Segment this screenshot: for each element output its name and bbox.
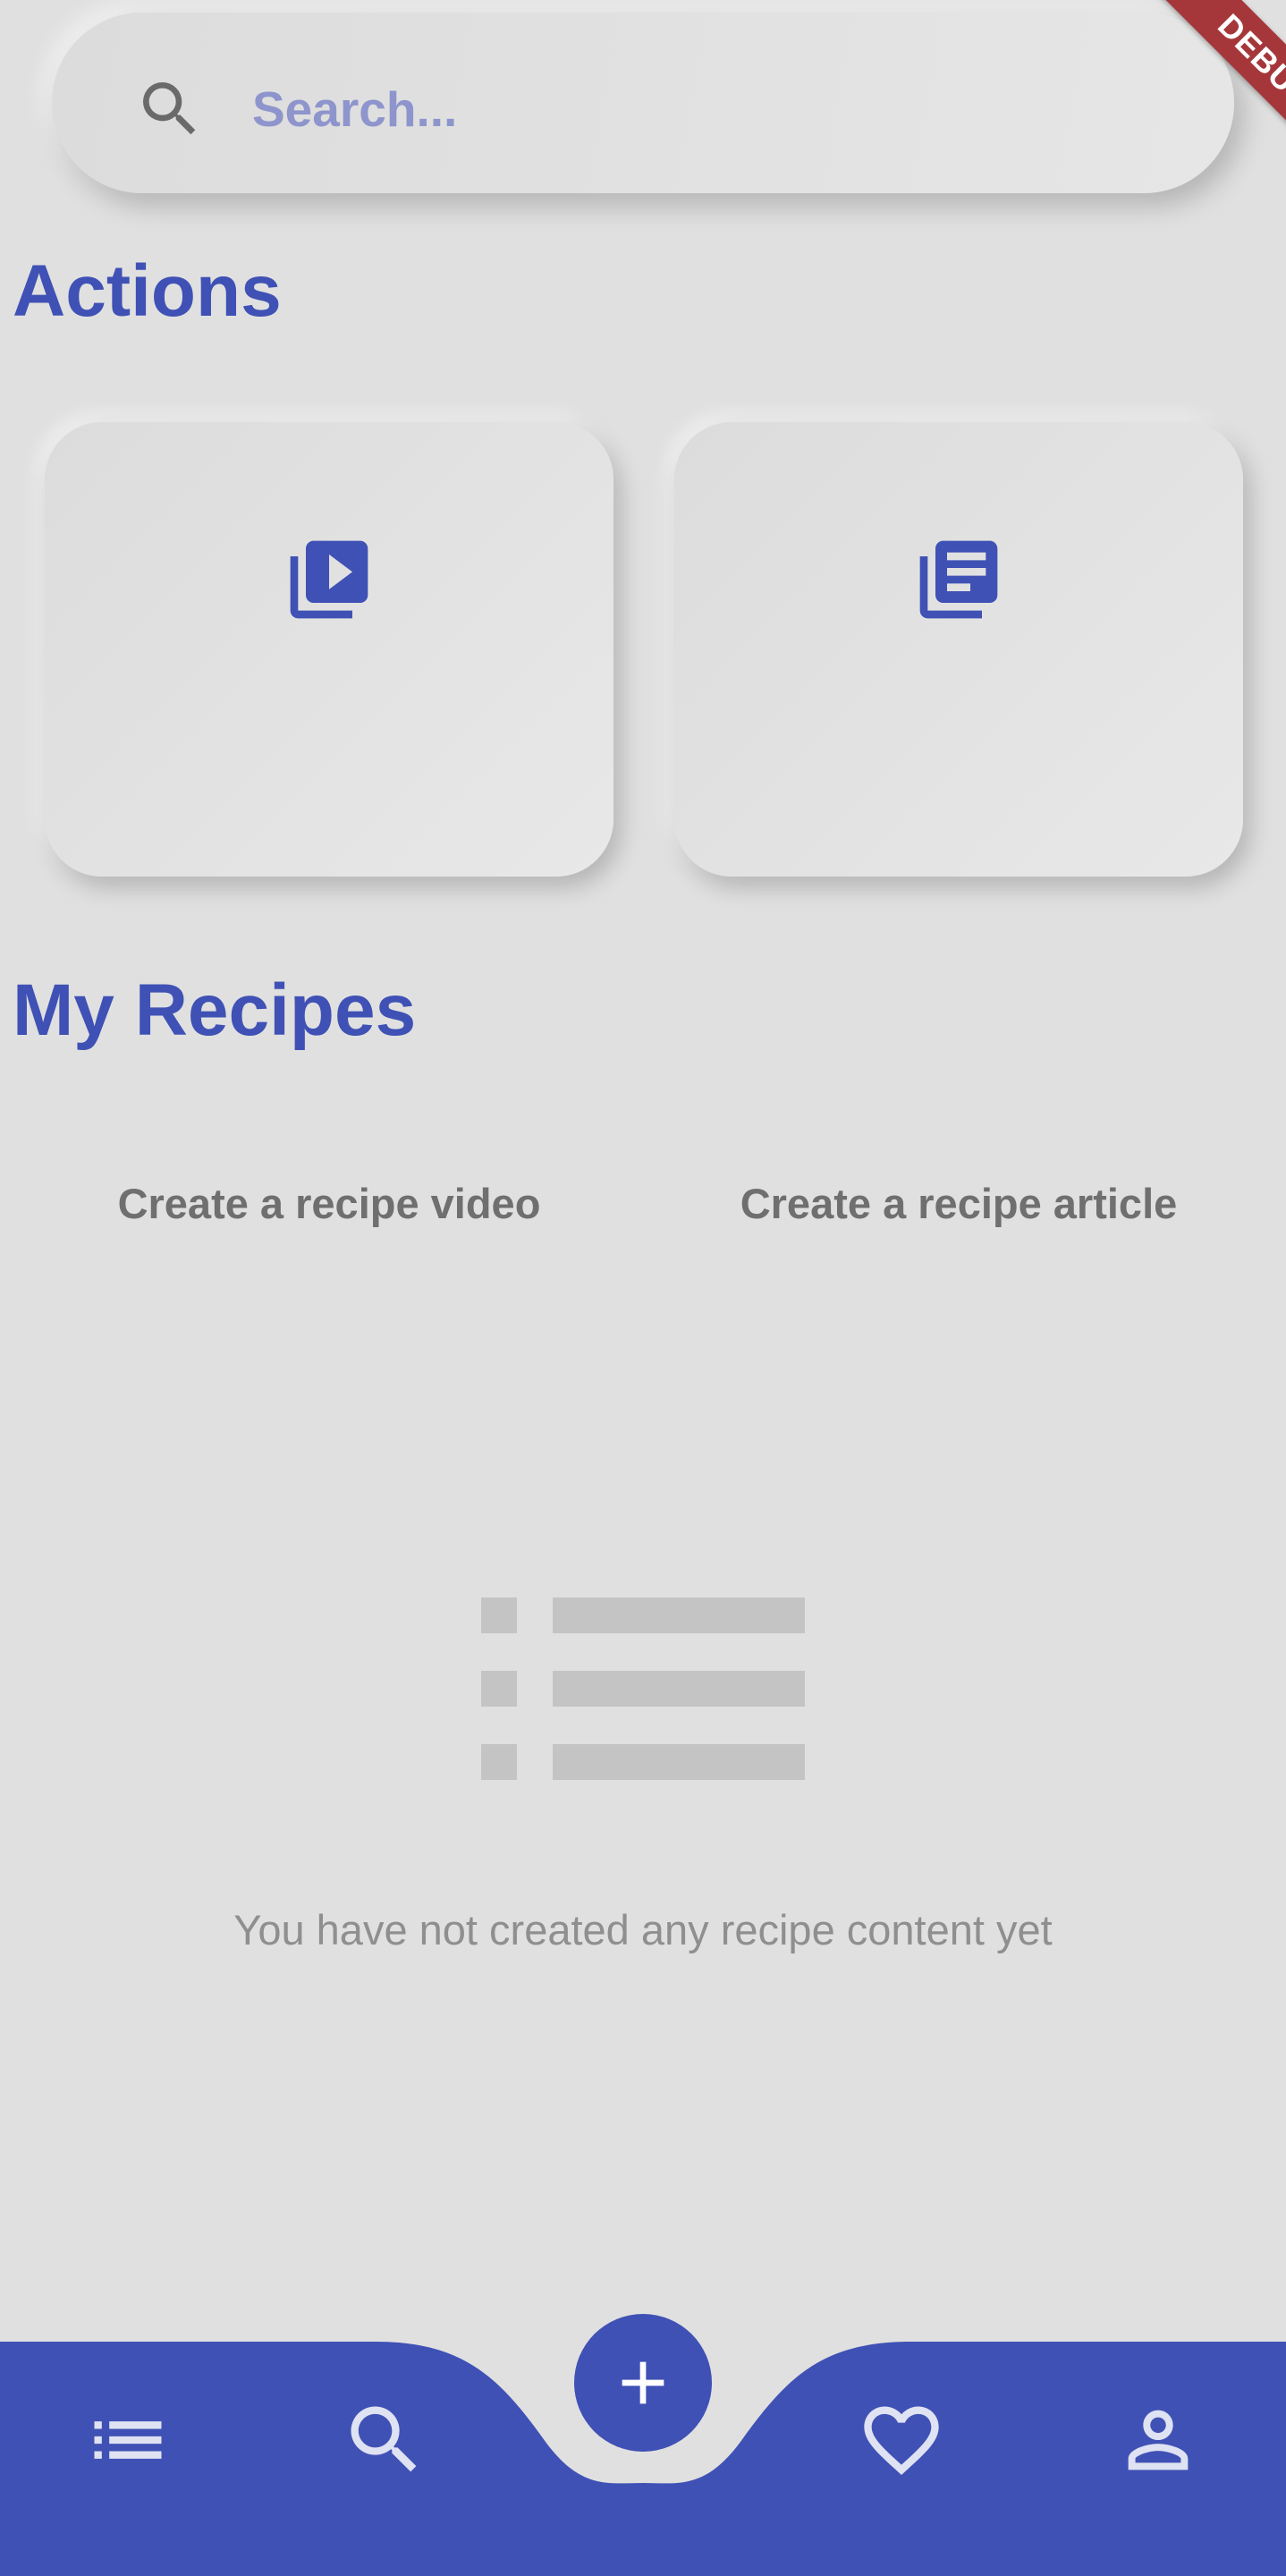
card-label: Create a recipe article — [740, 1180, 1178, 1227]
create-recipe-video-card[interactable]: Create a recipe video — [45, 422, 613, 1227]
nav-profile-button[interactable] — [1113, 2395, 1203, 2485]
empty-list-icon — [481, 1597, 805, 1780]
search-icon — [351, 2406, 417, 2472]
nav-search-button[interactable] — [340, 2395, 429, 2485]
my-recipes-title: My Recipes — [13, 970, 417, 1051]
add-button[interactable] — [574, 2314, 712, 2452]
search-bar[interactable]: Search... — [52, 13, 1234, 193]
search-icon — [143, 82, 196, 135]
actions-title: Actions — [13, 250, 282, 332]
nav-list-button[interactable] — [83, 2395, 173, 2485]
bottom-navigation-bar — [0, 2308, 1286, 2576]
search-input[interactable]: Search... — [252, 80, 457, 138]
list-icon — [94, 2421, 162, 2459]
create-recipe-article-card[interactable]: Create a recipe article — [674, 422, 1243, 1227]
empty-state-message: You have not created any recipe content … — [233, 1906, 1053, 1953]
person-icon — [1128, 2410, 1189, 2470]
nav-favorites-button[interactable] — [857, 2395, 946, 2485]
article-library-icon — [919, 540, 998, 619]
heart-icon — [864, 2406, 939, 2475]
video-library-icon — [290, 540, 368, 619]
add-icon — [622, 2361, 664, 2404]
card-label: Create a recipe video — [117, 1180, 541, 1227]
